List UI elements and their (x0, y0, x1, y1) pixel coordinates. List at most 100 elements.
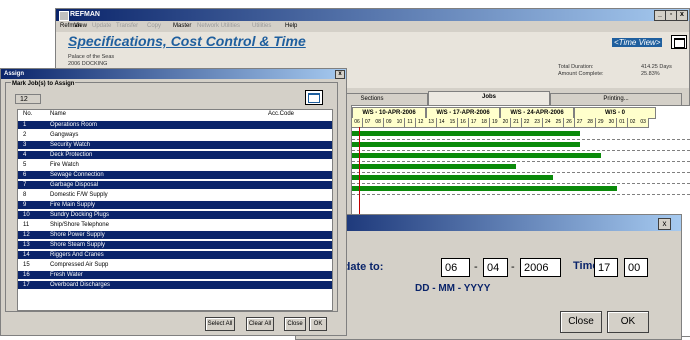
clear-all-button[interactable]: Clear All (246, 317, 274, 331)
gantt-day-label: 06 (352, 118, 363, 128)
hour-input[interactable]: 17 (594, 258, 618, 277)
job-name: Sewage Connection (50, 172, 104, 178)
menu-item-transfer[interactable]: Transfer (116, 21, 138, 32)
menu-item-update[interactable]: Update (92, 21, 111, 32)
gantt-day-label: 26 (564, 118, 575, 128)
assign-dialog: Assign x Mark Job(s) to Assign 12 No. Na… (0, 68, 347, 336)
job-list[interactable]: No. Name Acc.Code 1 Operations Room 2 Gangw… (17, 109, 333, 311)
job-row[interactable]: 9 Fire Main Supply (18, 201, 332, 209)
job-number: 17 (23, 282, 30, 288)
job-row[interactable]: 16 Fresh Water (18, 271, 332, 279)
job-row[interactable]: 8 Domestic F/W Supply (18, 191, 332, 199)
assign-close-icon[interactable]: x (335, 70, 345, 79)
job-row[interactable]: 1 Operations Room (18, 121, 332, 129)
amount-complete-value: 25.83% (641, 71, 660, 77)
update-dialog-title-bar[interactable]: x (296, 215, 681, 231)
update-close-button[interactable]: Close (560, 311, 602, 333)
window-icon[interactable] (305, 90, 323, 105)
job-number: 12 (23, 232, 30, 238)
column-header-name[interactable]: Name (50, 111, 66, 117)
update-dialog-close-button[interactable]: x (658, 218, 671, 230)
main-window-title: REFMAN (70, 11, 100, 18)
job-row[interactable]: 3 Security Watch (18, 141, 332, 149)
gantt-day-label: 29 (595, 118, 607, 128)
job-row[interactable]: 11 Ship/Shore Telephone (18, 221, 332, 229)
gantt-bar[interactable] (352, 164, 517, 169)
assign-ok-button[interactable]: OK (309, 317, 327, 331)
job-row[interactable]: 6 Sewage Connection (18, 171, 332, 179)
gantt-bar[interactable] (352, 186, 617, 191)
column-header-acc-code[interactable]: Acc.Code (268, 111, 294, 117)
main-title-bar[interactable]: REFMAN _ ▫ x (56, 9, 689, 21)
job-row[interactable]: 14 Riggers And Cranes (18, 251, 332, 259)
gantt-bar[interactable] (352, 153, 602, 158)
gantt-gridline (352, 194, 690, 195)
gantt-day-label: 11 (405, 118, 416, 128)
job-number: 3 (23, 142, 27, 148)
job-name: Domestic F/W Supply (50, 192, 108, 198)
gantt-gridline (352, 139, 690, 140)
gantt-bar[interactable] (352, 175, 554, 180)
gantt-day-label: 20 (500, 118, 512, 128)
tab-jobs[interactable]: Jobs (428, 91, 550, 105)
gantt-day-label: 28 (585, 118, 597, 128)
select-all-button[interactable]: Select All (205, 317, 235, 331)
amount-complete-label: Amount Complete: (558, 71, 604, 77)
minute-input[interactable]: 00 (624, 258, 648, 277)
year-input[interactable]: 2006 (520, 258, 561, 277)
job-number: 10 (23, 212, 30, 218)
menu-item-copy[interactable]: Copy (147, 21, 161, 32)
job-number: 15 (23, 262, 30, 268)
gantt-day-label: 25 (553, 118, 565, 128)
project-subtitle: 2006 DOCKING (68, 61, 108, 67)
date-separator: - (474, 261, 478, 273)
menu-item-view[interactable]: View (74, 21, 87, 32)
job-name: Compressed Air Supp (50, 262, 109, 268)
gantt-day-label: 09 (383, 118, 395, 128)
job-number: 5 (23, 162, 27, 168)
gantt-day-label: 14 (436, 118, 448, 128)
menu-item-master[interactable]: Master (173, 21, 191, 32)
day-input[interactable]: 06 (441, 258, 470, 277)
gantt-bar[interactable] (352, 142, 580, 147)
job-row[interactable]: 10 Sundry Docking Plugs (18, 211, 332, 219)
gantt-day-label: 13 (426, 118, 438, 128)
job-row[interactable]: 13 Shore Steam Supply (18, 241, 332, 249)
tab-printing[interactable]: Printing... (550, 93, 682, 105)
job-number: 7 (23, 182, 27, 188)
job-row[interactable]: 4 Deck Protection (18, 151, 332, 159)
menu-item-network-utilities[interactable]: Network Utilities (197, 21, 240, 32)
job-number: 6 (23, 172, 27, 178)
gantt-day-label: 19 (489, 118, 501, 128)
time-view-label: <Time View> (612, 38, 663, 47)
job-number: 1 (23, 122, 27, 128)
gantt-day-label: 30 (606, 118, 618, 128)
gantt-day-label: 21 (511, 118, 522, 128)
job-name: Fire Main Supply (50, 202, 96, 208)
month-input[interactable]: 04 (483, 258, 508, 277)
gantt-bar[interactable] (352, 131, 580, 136)
menu-item-help[interactable]: Help (285, 21, 297, 32)
assign-close-button[interactable]: Close (284, 317, 306, 331)
assign-dialog-title-bar[interactable]: Assign x (1, 69, 346, 79)
job-row[interactable]: 7 Garbage Disposal (18, 181, 332, 189)
job-row[interactable]: 2 Gangways (18, 131, 332, 139)
date-separator: - (511, 261, 515, 273)
job-name: Fresh Water (50, 272, 83, 278)
assign-dialog-title: Assign (4, 71, 25, 77)
main-close-button[interactable]: x (676, 10, 688, 21)
job-row[interactable]: 17 Overboard Discharges (18, 281, 332, 289)
column-header-no[interactable]: No. (23, 111, 32, 117)
menu-bar: Refman View Update Transfer Copy Master Networ… (56, 21, 689, 32)
job-number: 11 (23, 222, 30, 228)
update-ok-button[interactable]: OK (607, 311, 649, 333)
time-view-window-icon[interactable] (671, 35, 687, 49)
job-row[interactable]: 12 Shore Power Supply (18, 231, 332, 239)
gantt-gridline (352, 150, 690, 151)
job-row[interactable]: 15 Compressed Air Supp (18, 261, 332, 269)
gantt-gridline (352, 183, 690, 184)
job-row[interactable]: 5 Fire Watch (18, 161, 332, 169)
menu-item-utilities[interactable]: Utilities (252, 21, 271, 32)
date-format-hint: DD - MM - YYYY (415, 283, 491, 294)
gantt-gridline (352, 161, 690, 162)
